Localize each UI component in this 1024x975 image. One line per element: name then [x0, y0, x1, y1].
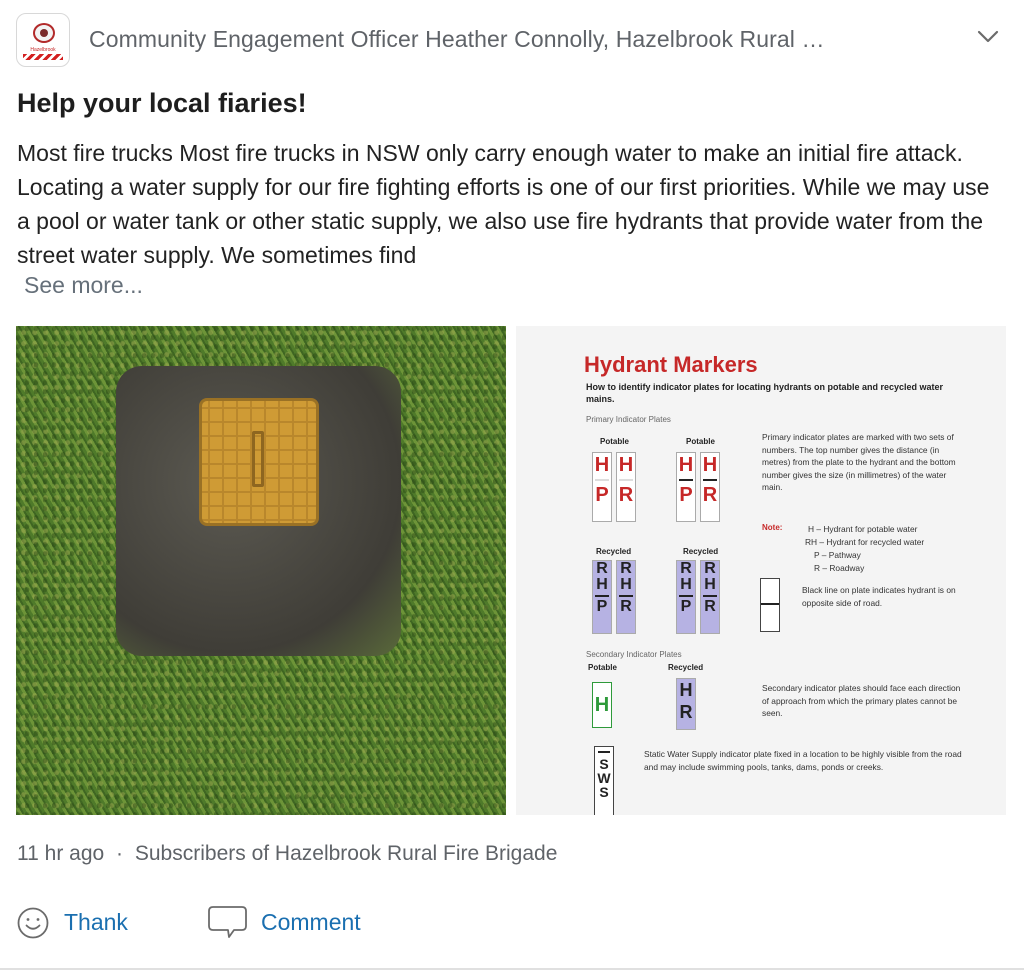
meta-separator: ·: [116, 842, 124, 865]
secondary-heading: Secondary Indicator Plates: [586, 650, 682, 659]
primary-description: Primary indicator plates are marked with…: [762, 432, 956, 493]
primary-heading: Primary Indicator Plates: [586, 415, 671, 424]
hydrant-markers-infographic[interactable]: Hydrant Markers How to identify indicato…: [516, 326, 1006, 815]
hydrant-photo[interactable]: [16, 326, 506, 815]
author-name[interactable]: Community Engagement Officer Heather Con…: [89, 26, 825, 53]
note-line: R – Roadway: [814, 563, 865, 573]
recycled-plate: RHR: [700, 560, 720, 634]
note-label: Note:: [762, 523, 783, 532]
secondary-potable-label: Potable: [588, 663, 617, 672]
post-body: Most fire trucks Most fire trucks in NSW…: [17, 140, 990, 268]
see-more-link[interactable]: See more...: [24, 272, 143, 299]
potable-plate: HR: [616, 452, 636, 522]
logo-stripe: [23, 54, 63, 60]
black-line-plate: [760, 578, 780, 632]
post-header: Hazelbrook Community Engagement Officer …: [16, 13, 1008, 69]
potable-plate: HP: [592, 452, 612, 522]
thank-button[interactable]: Thank: [16, 906, 156, 940]
recycled-label-2: Recycled: [683, 547, 719, 556]
post-time: 11 hr ago: [17, 842, 105, 865]
note-line: RH – Hydrant for recycled water: [805, 537, 925, 547]
secondary-description: Secondary indicator plates should face e…: [762, 683, 961, 719]
comment-button[interactable]: Comment: [208, 906, 388, 940]
potable-plate: HR: [700, 452, 720, 522]
smiley-icon: [17, 907, 49, 939]
potable-label-2: Potable: [686, 437, 715, 446]
post-divider: [0, 968, 1024, 970]
secondary-recycled-label: Recycled: [668, 663, 704, 672]
hydrant-cover: [199, 398, 319, 526]
thank-label: Thank: [64, 909, 128, 935]
static-water-plate: SWS: [594, 746, 614, 815]
speech-bubble-icon: [208, 906, 247, 938]
post-audience[interactable]: Subscribers of Hazelbrook Rural Fire Bri…: [135, 842, 558, 865]
infographic-subtitle: How to identify indicator plates for loc…: [586, 382, 944, 404]
black-line-description: Black line on plate indicates hydrant is…: [802, 585, 956, 608]
logo-text: Hazelbrook: [30, 47, 56, 53]
secondary-potable-plate: H: [592, 682, 612, 728]
recycled-label-1: Recycled: [596, 547, 632, 556]
potable-label-1: Potable: [600, 437, 629, 446]
infographic-title: Hydrant Markers: [584, 352, 758, 377]
post-title: Help your local fiaries!: [17, 88, 307, 118]
feed-post: Hazelbrook Community Engagement Officer …: [0, 0, 1024, 975]
note-line: P – Pathway: [814, 550, 861, 560]
chevron-down-icon[interactable]: [976, 27, 1000, 47]
recycled-plate: RHP: [592, 560, 612, 634]
comment-label: Comment: [261, 909, 361, 935]
note-line: H – Hydrant for potable water: [808, 524, 918, 534]
recycled-plate: RHR: [616, 560, 636, 634]
potable-plate: HP: [676, 452, 696, 522]
static-water-description: Static Water Supply indicator plate fixe…: [644, 749, 962, 772]
post-meta: 11 hr ago · Subscribers of Hazelbrook Ru…: [17, 842, 557, 866]
recycled-plate: RHP: [676, 560, 696, 634]
secondary-recycled-plate: HR: [676, 678, 696, 730]
brigade-logo[interactable]: Hazelbrook: [16, 13, 70, 67]
crest-icon: [33, 23, 55, 43]
